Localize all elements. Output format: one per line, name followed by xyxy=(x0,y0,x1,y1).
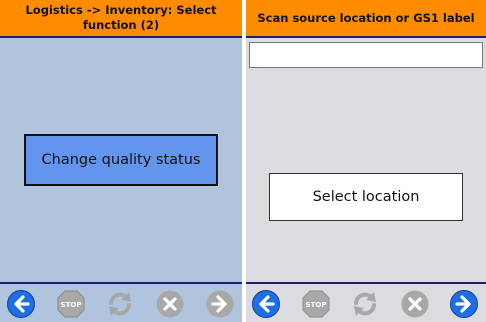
left-footer-toolbar: STOP xyxy=(0,282,242,322)
forward-arrow-icon[interactable] xyxy=(449,289,479,319)
back-arrow-icon[interactable] xyxy=(251,289,281,319)
change-quality-status-button[interactable]: Change quality status xyxy=(24,134,218,186)
scan-location-input[interactable] xyxy=(249,42,483,68)
cancel-icon xyxy=(155,289,185,319)
stop-icon-text: STOP xyxy=(61,301,82,309)
back-arrow-icon[interactable] xyxy=(6,289,36,319)
cancel-icon xyxy=(400,289,430,319)
left-panel: Logistics -> Inventory: Select function … xyxy=(0,0,242,322)
stop-icon-text: STOP xyxy=(306,301,327,309)
refresh-icon xyxy=(350,289,380,319)
stop-icon: STOP xyxy=(56,289,86,319)
refresh-icon xyxy=(105,289,135,319)
right-header-title: Scan source location or GS1 label xyxy=(246,0,486,38)
stop-icon: STOP xyxy=(301,289,331,319)
right-footer-toolbar: STOP xyxy=(246,282,486,322)
forward-arrow-icon xyxy=(205,289,235,319)
select-location-button[interactable]: Select location xyxy=(269,173,463,221)
right-panel: Scan source location or GS1 label Select… xyxy=(246,0,486,322)
left-header-title: Logistics -> Inventory: Select function … xyxy=(0,0,242,38)
